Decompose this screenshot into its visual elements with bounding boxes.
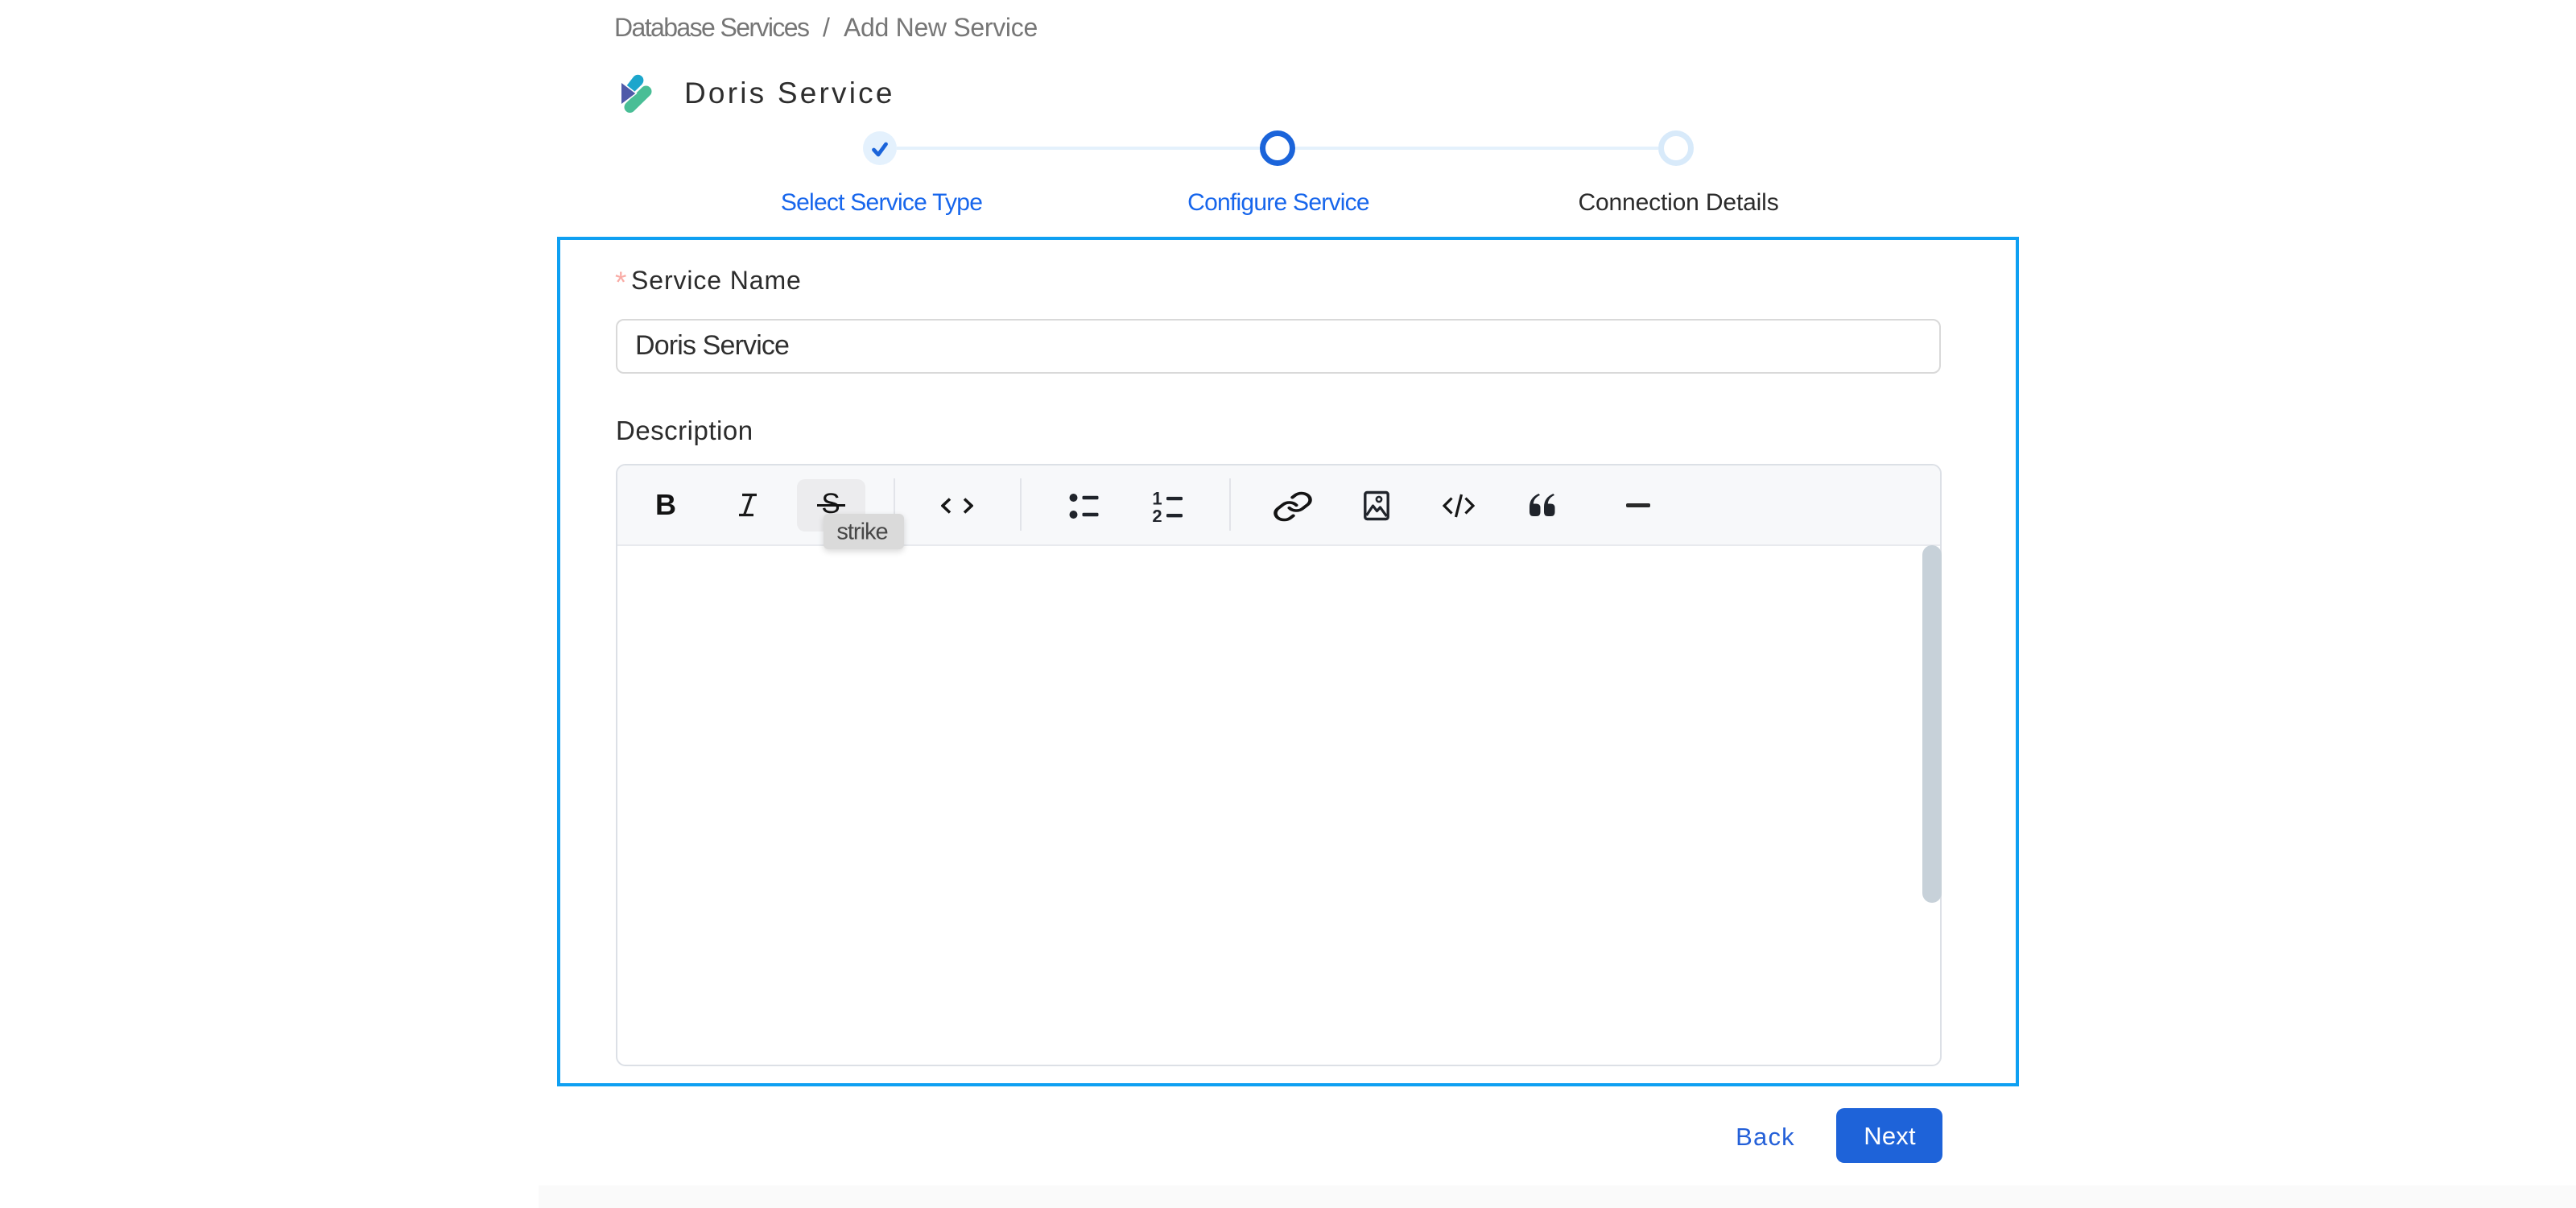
svg-text:2: 2 [1152,506,1162,522]
